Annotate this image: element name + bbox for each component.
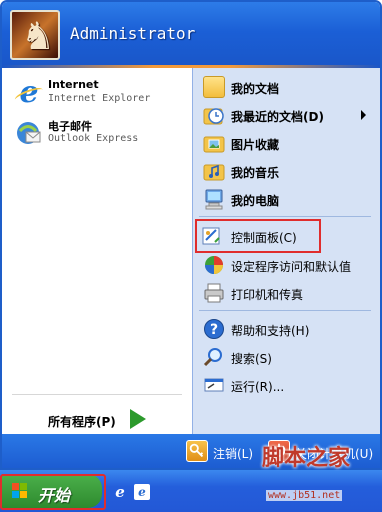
places-divider <box>199 310 371 311</box>
menu-item-label: 图片收藏 <box>231 138 280 152</box>
recent-documents-icon <box>203 108 224 125</box>
menu-item-label: 我的文档 <box>231 82 280 96</box>
menu-item-run[interactable]: 运行(R)... <box>201 372 375 398</box>
left-divider <box>12 394 182 395</box>
printer-icon <box>204 283 224 303</box>
folder-icon <box>203 76 225 98</box>
pinned-outlook-express[interactable]: 电子邮件 Outlook Express <box>10 116 186 152</box>
watermark-site-name: 脚本之家 <box>262 445 351 471</box>
menu-item-program-access[interactable]: 设定程序访问和默认值 <box>201 252 375 278</box>
logoff-button[interactable]: 注销(L) <box>186 440 266 464</box>
search-icon <box>203 348 222 367</box>
pinned-item-title: 电子邮件 <box>48 120 92 133</box>
program-access-icon <box>205 256 223 274</box>
start-button-highlight <box>0 474 106 510</box>
menu-item-my-music[interactable]: 我的音乐 <box>201 158 375 184</box>
pinned-item-subtitle: Outlook Express <box>48 133 139 144</box>
internet-explorer-icon: e <box>14 78 44 108</box>
menu-item-label: 我最近的文档(D) <box>231 110 324 124</box>
computer-icon <box>205 189 223 210</box>
pinned-internet-explorer[interactable]: e Internet Internet Explorer <box>10 76 186 112</box>
menu-item-my-computer[interactable]: 我的电脑 <box>201 186 375 212</box>
start-menu-header: Administrator <box>2 2 380 68</box>
watermark-site-url: www.jb51.net <box>266 490 343 501</box>
pinned-item-subtitle: Internet Explorer <box>48 93 151 104</box>
menu-item-printers[interactable]: 打印机和传真 <box>201 280 375 306</box>
menu-item-label: 设定程序访问和默认值 <box>231 260 352 274</box>
places-divider <box>199 216 371 217</box>
svg-text:?: ? <box>210 322 218 338</box>
pictures-folder-icon <box>203 136 225 153</box>
menu-item-label: 帮助和支持(H) <box>231 324 310 338</box>
start-menu: Administrator e Internet Internet Explor… <box>0 0 382 470</box>
menu-item-label: 打印机和传真 <box>231 288 304 302</box>
menu-item-label: 运行(R)... <box>231 380 285 394</box>
menu-item-help[interactable]: ? 帮助和支持(H) <box>201 316 375 342</box>
menu-item-my-pictures[interactable]: 图片收藏 <box>201 130 375 156</box>
quicklaunch-browser-icon[interactable]: e <box>134 484 150 500</box>
menu-item-label: 我的音乐 <box>231 166 280 180</box>
green-arrow-icon <box>130 409 146 429</box>
mail-icon <box>17 122 41 144</box>
pinned-programs-pane: e Internet Internet Explorer 电子邮件 Outloo… <box>2 68 192 434</box>
user-avatar[interactable] <box>10 10 60 60</box>
run-icon <box>204 378 224 392</box>
key-icon <box>186 440 208 462</box>
control-panel-icon <box>202 227 220 245</box>
menu-item-label: 搜索(S) <box>231 352 272 366</box>
help-icon: ? <box>204 319 224 339</box>
watermark: 脚本之家 www.jb51.net <box>256 440 374 508</box>
menu-item-recent-documents[interactable]: 我最近的文档(D) <box>201 102 375 128</box>
all-programs-label: 所有程序(P) <box>48 415 116 429</box>
menu-item-control-panel[interactable]: 控制面板(C) <box>195 219 321 253</box>
submenu-arrow-icon <box>361 110 366 120</box>
music-folder-icon <box>203 164 225 181</box>
pinned-item-title: Internet <box>48 78 99 91</box>
menu-item-search[interactable]: 搜索(S) <box>201 344 375 370</box>
user-name: Administrator <box>70 24 196 43</box>
logoff-label: 注销(L) <box>213 447 254 461</box>
quicklaunch-ie-icon[interactable]: e <box>112 484 128 500</box>
menu-item-my-documents[interactable]: 我的文档 <box>201 74 375 100</box>
menu-item-label: 我的电脑 <box>231 194 280 208</box>
menu-item-label: 控制面板(C) <box>231 231 297 245</box>
all-programs-button[interactable]: 所有程序(P) <box>2 406 192 434</box>
places-pane: 我的文档 我最近的文档(D) 图片收藏 我的音乐 我的电脑 控制面板(C) 设定… <box>192 68 380 434</box>
